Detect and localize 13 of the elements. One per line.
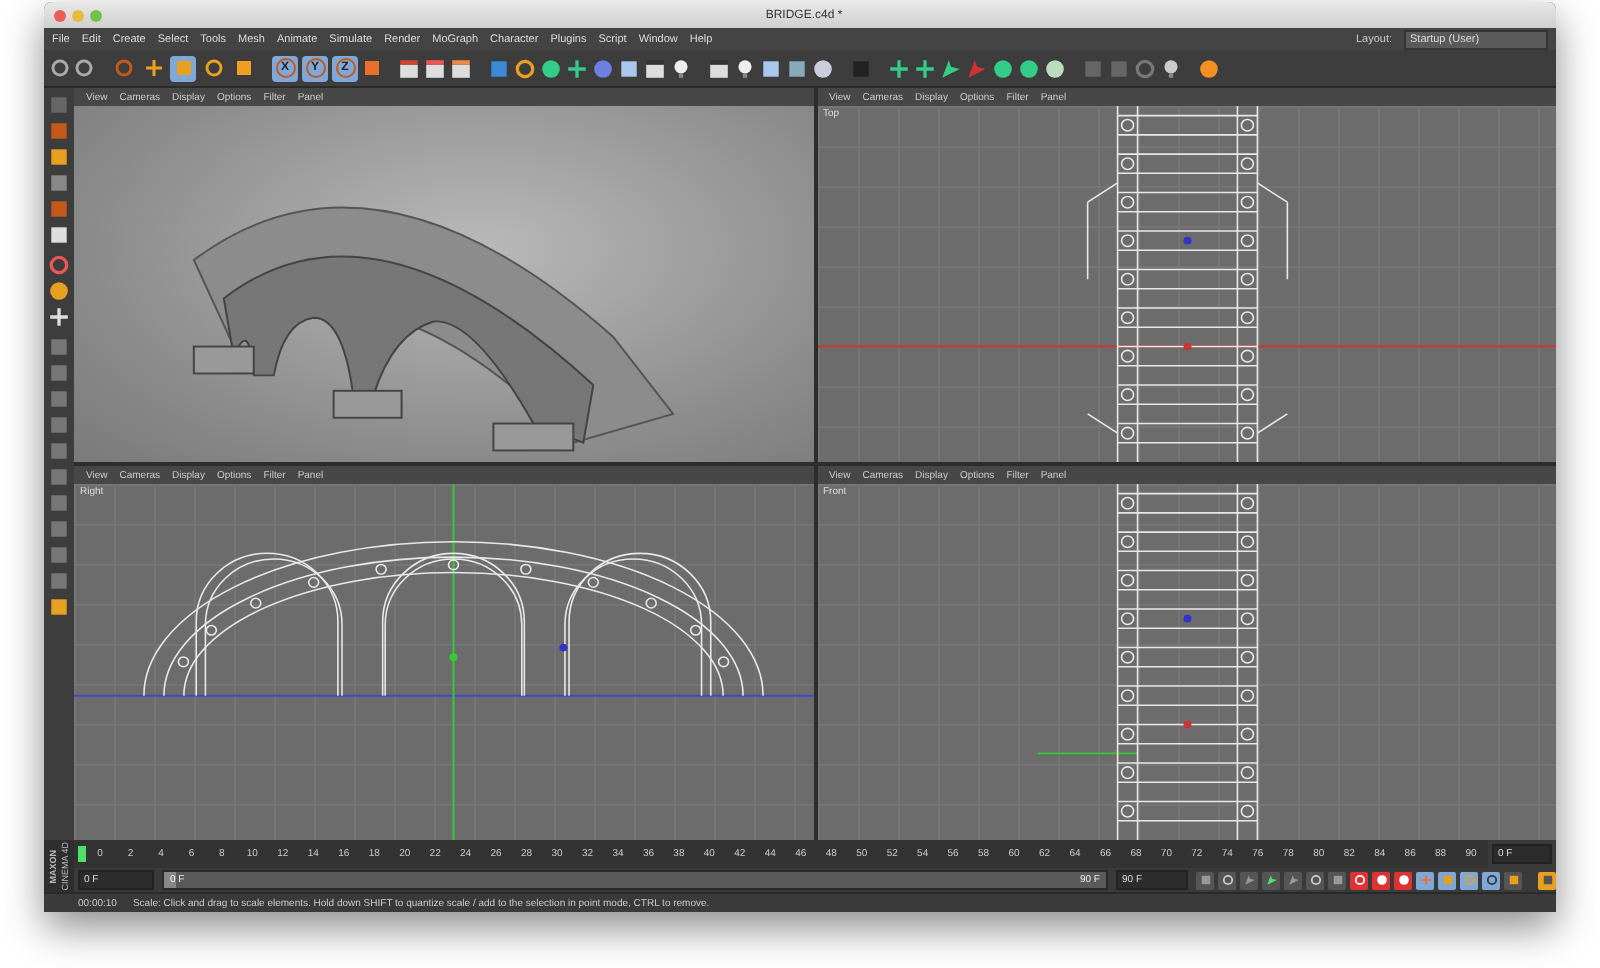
sphere-icon[interactable] [540, 57, 562, 79]
slider-thumb[interactable] [164, 872, 176, 888]
light-icon[interactable] [670, 57, 692, 79]
sphere-icon[interactable] [812, 57, 834, 79]
clapboard-icon[interactable] [450, 57, 472, 79]
bulb-icon[interactable] [1160, 57, 1182, 79]
light-icon[interactable] [734, 57, 756, 79]
sphere-icon[interactable] [1044, 57, 1066, 79]
clapboard-icon[interactable] [424, 57, 446, 79]
sphere-icon[interactable] [1018, 57, 1040, 79]
close-icon[interactable] [54, 9, 66, 21]
axis-line [1035, 752, 1138, 755]
clapboard-icon[interactable] [398, 57, 420, 79]
